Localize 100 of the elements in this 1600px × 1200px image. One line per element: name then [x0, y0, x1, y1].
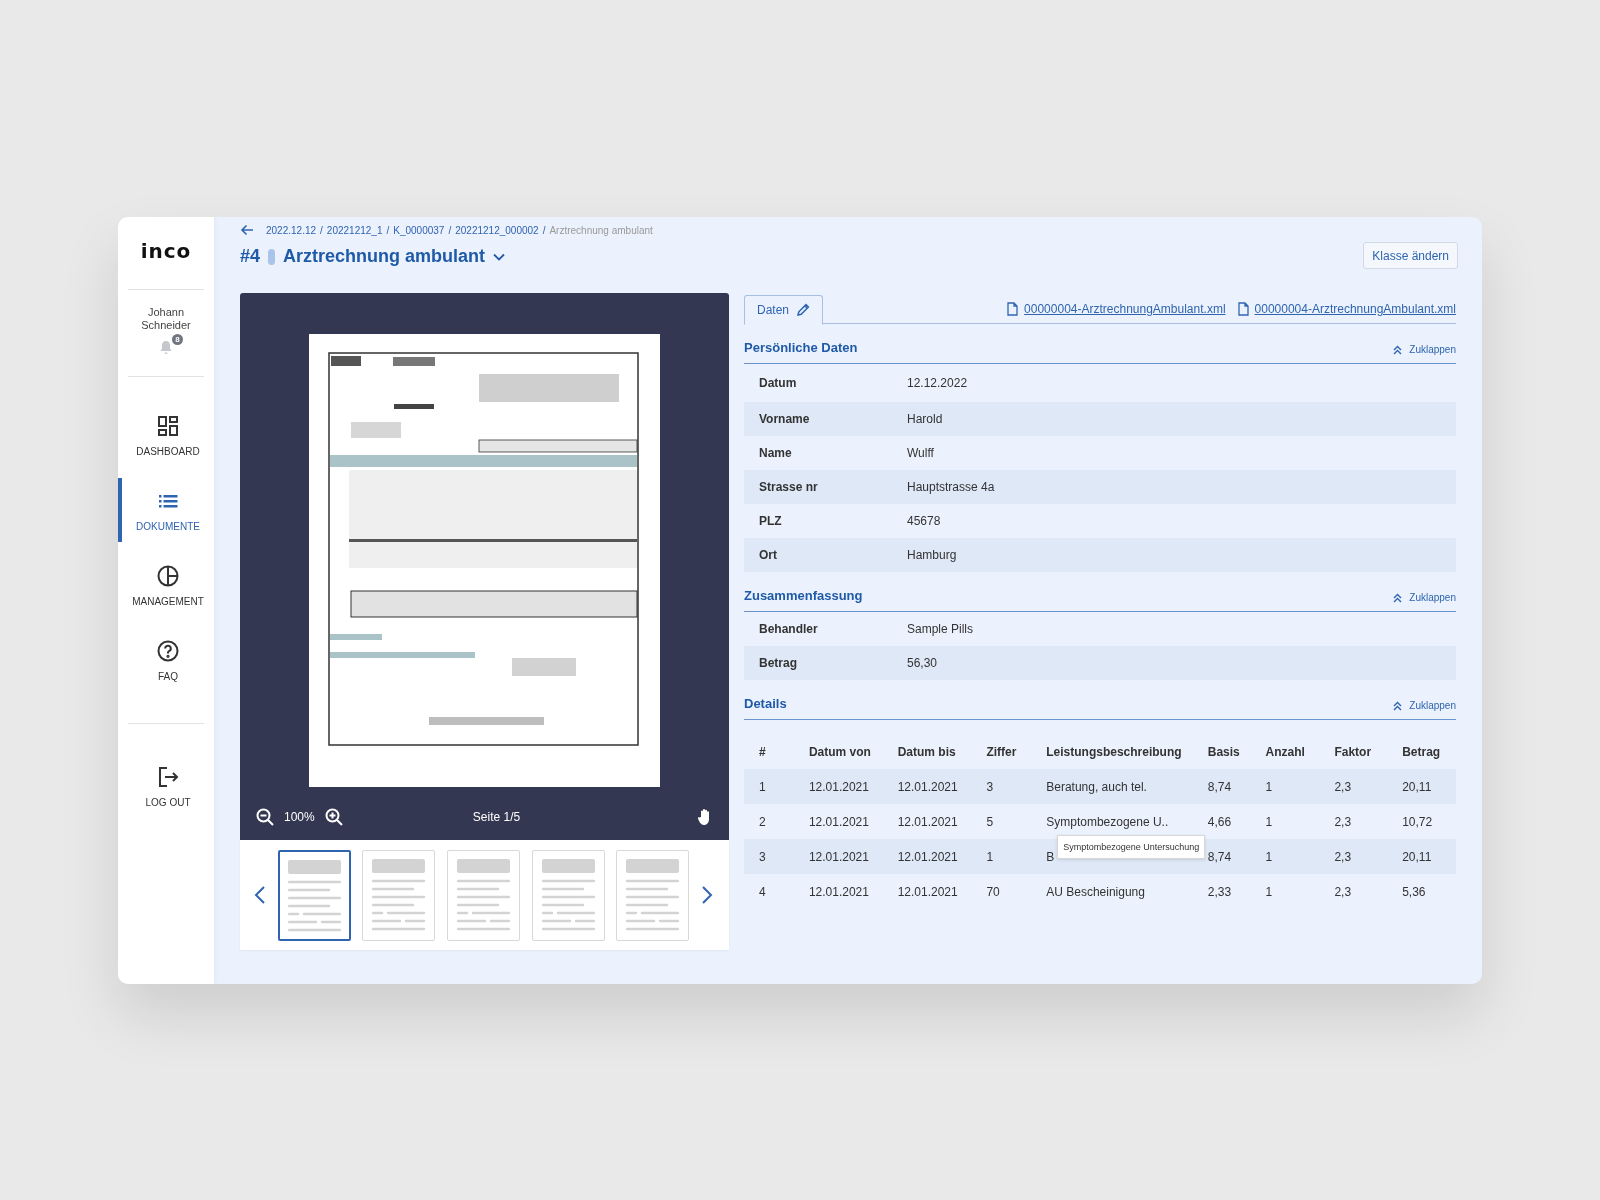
field-label: Name: [758, 446, 793, 460]
table-cell: 12.01.2021: [897, 779, 958, 794]
file-icon: [1007, 302, 1019, 316]
page-thumbnail[interactable]: [277, 849, 351, 941]
column-header: Datum von: [807, 744, 872, 759]
page-indicator: Seite 1/5: [472, 810, 521, 824]
section-title: Persönliche Daten: [744, 340, 858, 355]
table-cell: 1: [1265, 884, 1273, 899]
field-label: PLZ: [758, 514, 783, 528]
class-dropdown[interactable]: Arztrechnung ambulant: [283, 246, 506, 267]
tooltip: Symptombezogene Untersuchung: [1057, 835, 1206, 859]
file-link[interactable]: 00000004-ArztrechnungAmbulant.xml: [1007, 302, 1226, 316]
table-cell: Beratung, auch tel.: [1046, 779, 1147, 794]
field-label: Datum: [758, 376, 798, 390]
table-cell: 12.01.2021: [897, 884, 958, 899]
table-cell: 20,11: [1402, 849, 1432, 864]
table-cell: 4,66: [1207, 814, 1232, 829]
zoom-out-icon[interactable]: [256, 808, 274, 826]
logout-link[interactable]: LOG OUT: [118, 754, 214, 818]
nav-item[interactable]: MANAGEMENT: [118, 553, 214, 617]
column-header: Datum bis: [896, 744, 957, 759]
zoom-in-icon[interactable]: [324, 808, 343, 826]
document-number: #4: [240, 246, 261, 267]
table-cell: 3: [759, 849, 766, 864]
logo: inco: [140, 239, 192, 265]
notification-badge: 8: [172, 334, 183, 345]
double-chevron-icon: [1393, 592, 1403, 603]
field-label: Betrag: [758, 656, 798, 670]
field-value: 56,30: [907, 656, 938, 670]
table-cell: 3: [986, 779, 994, 794]
section-title: Zusammenfassung: [744, 588, 863, 603]
table-cell: 1: [986, 849, 994, 864]
breadcrumb-link[interactable]: K_0000037: [393, 224, 445, 236]
breadcrumb-link[interactable]: 20221212_000002: [455, 224, 539, 236]
field-label: Vorname: [758, 412, 811, 426]
field-value: 45678: [907, 514, 941, 528]
chevron-down-icon: [493, 252, 506, 261]
collapse-toggle[interactable]: Zuklappen: [1393, 592, 1456, 603]
table-cell: 1: [1265, 779, 1273, 794]
file-link[interactable]: 00000004-ArztrechnungAmbulant.xml: [1237, 302, 1456, 316]
column-header: Basis: [1206, 744, 1241, 759]
nav-item[interactable]: DOKUMENTE: [118, 478, 214, 542]
table-cell: 8,74: [1207, 849, 1232, 864]
double-chevron-icon: [1393, 700, 1403, 711]
breadcrumb-current: Arztrechnung ambulant: [549, 224, 653, 236]
column-header: Faktor: [1333, 744, 1373, 759]
table-cell: 2,33: [1207, 884, 1232, 899]
table-cell: 1: [759, 779, 766, 794]
breadcrumb-separator: /: [542, 224, 546, 236]
table-cell: 12.01.2021: [808, 779, 869, 794]
table-cell: 12.01.2021: [808, 814, 869, 829]
file-icon: [1237, 302, 1249, 316]
user-name: Johann Schneider: [140, 306, 192, 332]
table-cell: 12.01.2021: [897, 814, 958, 829]
field-label: Ort: [758, 548, 778, 562]
collapse-toggle[interactable]: Zuklappen: [1393, 344, 1456, 355]
breadcrumb-link[interactable]: 20221212_1: [326, 224, 383, 236]
logout-icon: [156, 764, 180, 789]
breadcrumb-separator: /: [320, 224, 323, 236]
table-cell: 5,36: [1402, 884, 1426, 899]
table-cell: 2,3: [1334, 814, 1352, 829]
field-label: Strasse nr: [758, 480, 819, 494]
double-chevron-icon: [1393, 344, 1403, 355]
table-cell: 12.01.2021: [808, 884, 869, 899]
data-tab[interactable]: Daten: [744, 294, 824, 325]
field-value: Hamburg: [907, 548, 957, 562]
table-cell: B: [1046, 849, 1055, 864]
zoom-level: 100%: [284, 810, 315, 824]
breadcrumb-link[interactable]: 2022.12.12: [266, 224, 317, 236]
table-cell: 20,11: [1402, 779, 1432, 794]
help-icon: [156, 638, 180, 663]
table-cell: 4: [759, 884, 766, 899]
table-cell: Symptombezogene U..: [1046, 814, 1169, 829]
back-arrow-icon[interactable]: [240, 224, 254, 236]
table-cell: AU Bescheinigung: [1046, 884, 1145, 899]
field-value: Wulff: [907, 446, 934, 460]
table-cell: 1: [1265, 849, 1273, 864]
field-value: Harold: [907, 412, 943, 426]
nav-item[interactable]: DASHBOARD: [118, 403, 214, 467]
table-cell: 10,72: [1402, 814, 1433, 829]
nav-item[interactable]: FAQ: [118, 628, 214, 692]
breadcrumb-separator: /: [448, 224, 452, 236]
change-class-button[interactable]: Klasse ändern: [1363, 242, 1458, 269]
chevron-left-icon[interactable]: [254, 885, 266, 905]
column-header: Ziffer: [985, 744, 1018, 759]
column-header: Betrag: [1401, 744, 1442, 759]
table-cell: 12.01.2021: [897, 849, 958, 864]
column-header: Anzahl: [1264, 744, 1306, 759]
table-cell: 12.01.2021: [808, 849, 869, 864]
table-cell: 2,3: [1334, 849, 1352, 864]
field-value: 12.12.2022: [907, 376, 968, 390]
table-cell: 1: [1265, 814, 1273, 829]
chevron-right-icon[interactable]: [700, 885, 713, 905]
field-value: Hauptstrasse 4a: [907, 480, 995, 494]
table-cell: 8,74: [1207, 779, 1232, 794]
collapse-toggle[interactable]: Zuklappen: [1393, 700, 1456, 711]
table-cell: 5: [986, 814, 994, 829]
field-label: Behandler: [758, 622, 819, 636]
table-cell: 2,3: [1334, 884, 1352, 899]
breadcrumb-separator: /: [386, 224, 390, 236]
